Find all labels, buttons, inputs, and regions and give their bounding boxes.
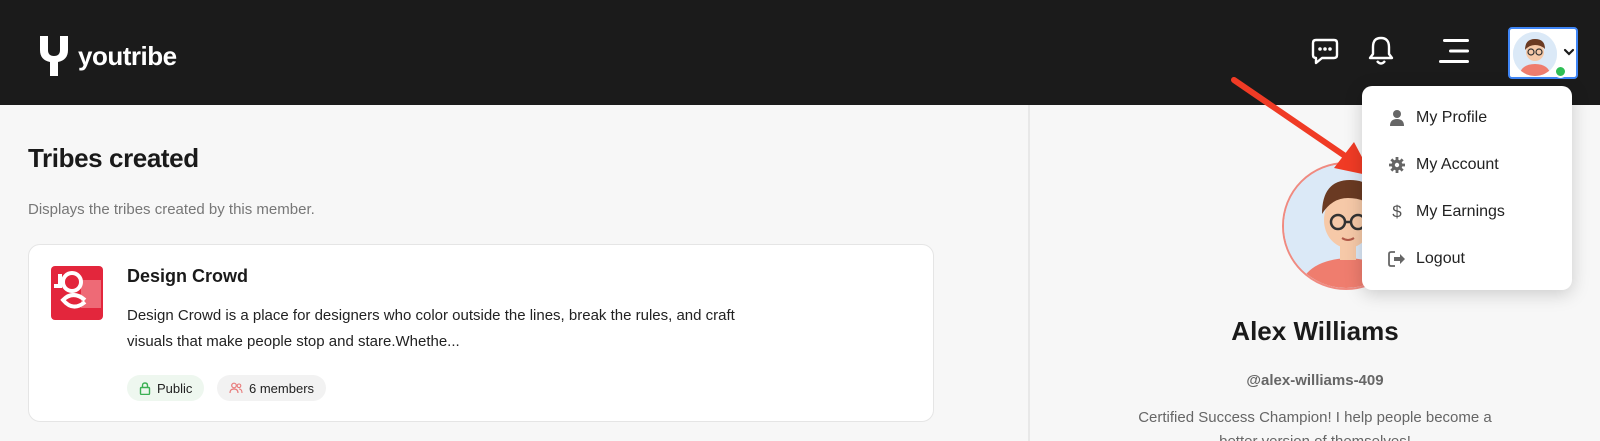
brand-logo[interactable]: youtribe bbox=[40, 36, 177, 76]
logout-icon bbox=[1388, 250, 1406, 268]
brand-name: youtribe bbox=[78, 40, 177, 71]
members-badge: 6 members bbox=[217, 375, 327, 401]
user-avatar-button[interactable] bbox=[1508, 27, 1578, 79]
profile-bio: Certified Success Champion! I help peopl… bbox=[1138, 409, 1492, 441]
youtribe-logo-icon bbox=[40, 36, 68, 76]
page-title: Tribes created bbox=[28, 143, 199, 173]
tribe-description: Design Crowd is a place for designers wh… bbox=[127, 307, 735, 350]
profile-name: Alex Williams bbox=[1231, 316, 1399, 346]
profile-handle: @alex-williams-409 bbox=[1246, 372, 1384, 389]
chevron-down-icon bbox=[1563, 48, 1575, 56]
user-icon bbox=[1388, 109, 1406, 127]
bell-icon[interactable] bbox=[1364, 34, 1398, 68]
menu-item-logout[interactable]: Logout bbox=[1362, 239, 1572, 279]
visibility-badge: Public bbox=[127, 375, 205, 401]
users-icon bbox=[229, 382, 243, 394]
page-subtitle: Displays the tribes created by this memb… bbox=[28, 201, 315, 218]
gear-icon bbox=[1388, 156, 1406, 174]
members-count: 6 members bbox=[249, 380, 315, 396]
tribes-section: Tribes created Displays the tribes creat… bbox=[0, 105, 1028, 441]
tribe-card[interactable]: Design Crowd Design Crowd is a place for… bbox=[28, 244, 934, 422]
tribe-logo bbox=[51, 266, 103, 320]
menu-item-my-earnings[interactable]: $ My Earnings bbox=[1362, 192, 1572, 232]
tribe-name[interactable]: Design Crowd bbox=[127, 266, 248, 287]
visibility-label: Public bbox=[157, 380, 193, 396]
menu-item-label: My Profile bbox=[1416, 109, 1488, 126]
chat-icon[interactable] bbox=[1308, 34, 1342, 68]
lock-icon bbox=[139, 381, 151, 395]
menu-item-label: My Earnings bbox=[1416, 203, 1505, 220]
menu-item-label: My Account bbox=[1416, 156, 1499, 173]
menu-item-my-account[interactable]: My Account bbox=[1362, 145, 1572, 185]
account-dropdown-menu: My Profile My Account $ My Earnings Logo… bbox=[1362, 86, 1572, 290]
menu-item-my-profile[interactable]: My Profile bbox=[1362, 98, 1572, 138]
online-status-indicator bbox=[1554, 65, 1567, 78]
menu-icon[interactable] bbox=[1434, 34, 1474, 68]
menu-item-label: Logout bbox=[1416, 250, 1465, 267]
dollar-icon: $ bbox=[1392, 202, 1402, 221]
avatar bbox=[1513, 32, 1557, 76]
